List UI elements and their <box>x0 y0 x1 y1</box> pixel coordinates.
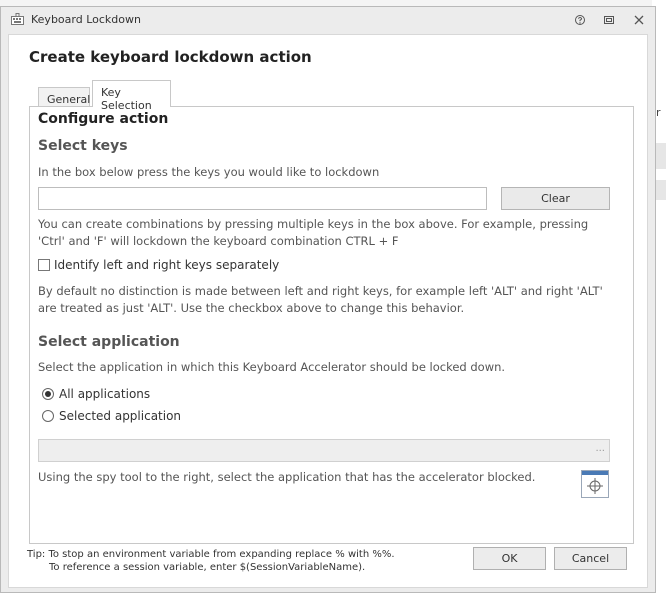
clear-button[interactable]: Clear <box>501 187 610 210</box>
identify-keys-help-text: By default no distinction is made betwee… <box>38 284 603 315</box>
application-field: ... <box>38 439 610 462</box>
radio-all-label: All applications <box>59 387 151 401</box>
cancel-button[interactable]: Cancel <box>554 547 627 570</box>
help-icon <box>575 15 585 25</box>
dialog-heading: Create keyboard lockdown action <box>29 48 312 66</box>
identify-keys-label: Identify left and right keys separately <box>54 258 280 272</box>
radio-all-applications[interactable]: All applications <box>42 387 150 401</box>
combination-help-text: You can create combinations by pressing … <box>38 217 589 248</box>
keyboard-icon <box>11 13 24 25</box>
background-edge-glyph: r <box>656 106 661 119</box>
close-icon <box>634 15 644 25</box>
spy-tool-help-text: Using the spy tool to the right, select … <box>38 470 536 484</box>
key-capture-input[interactable] <box>38 187 487 210</box>
radio-button-all[interactable] <box>42 388 54 400</box>
crosshair-icon <box>587 478 603 494</box>
select-application-description: Select the application in which this Key… <box>38 360 506 374</box>
select-keys-description: In the box below press the keys you woul… <box>38 165 380 179</box>
spy-tool-button[interactable] <box>581 470 609 498</box>
field-more-dots: ... <box>595 443 605 454</box>
tip-text: Tip: To stop an environment variable fro… <box>27 548 395 574</box>
tip-line-1: Tip: To stop an environment variable fro… <box>27 549 395 560</box>
radio-selected-application[interactable]: Selected application <box>42 409 181 423</box>
keyboard-lockdown-dialog: Keyboard Lockdown Create keyboard lockdo… <box>0 6 656 593</box>
tip-line-2: To reference a session variable, enter $… <box>49 562 366 573</box>
restore-icon <box>604 16 614 24</box>
restore-button[interactable] <box>600 11 618 29</box>
help-button[interactable] <box>571 11 589 29</box>
radio-selected-label: Selected application <box>59 409 182 423</box>
title-bar: Keyboard Lockdown <box>1 7 655 33</box>
close-button[interactable] <box>630 11 648 29</box>
window-title: Keyboard Lockdown <box>31 13 141 26</box>
configure-action-title: Configure action <box>38 111 169 127</box>
select-application-title: Select application <box>38 334 180 350</box>
identify-keys-checkbox-row[interactable]: Identify left and right keys separately <box>38 258 279 272</box>
dialog-body: Create keyboard lockdown action General … <box>8 34 648 588</box>
ok-button[interactable]: OK <box>473 547 546 570</box>
key-selection-panel: Configure action Select keys In the box … <box>29 106 634 544</box>
radio-button-selected[interactable] <box>42 410 54 422</box>
identify-keys-checkbox[interactable] <box>38 259 50 271</box>
tab-key-selection[interactable]: Key Selection <box>92 80 171 112</box>
select-keys-title: Select keys <box>38 138 128 154</box>
